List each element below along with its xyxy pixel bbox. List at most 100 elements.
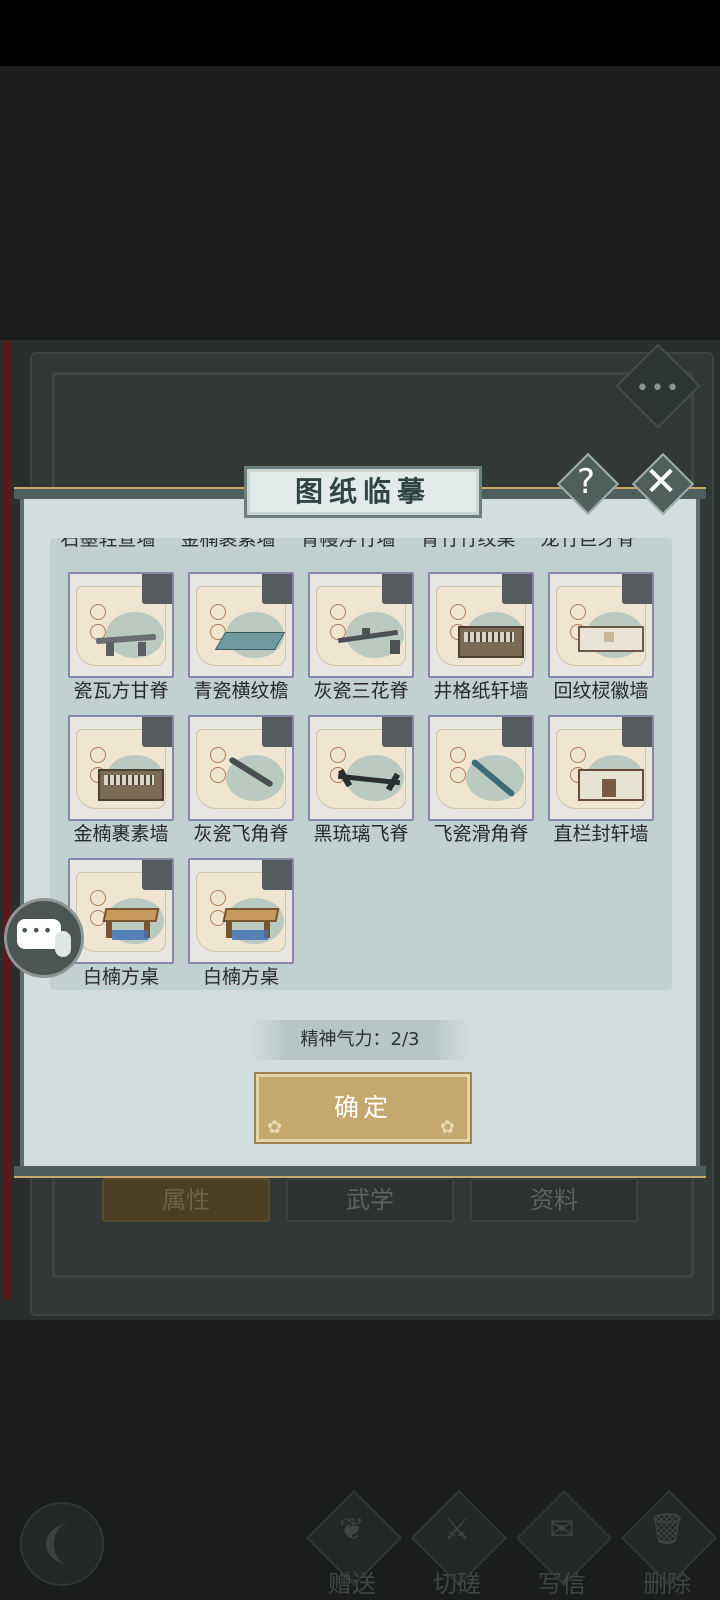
trash-icon: 🗑 [647, 1512, 687, 1547]
blueprint-card[interactable] [188, 715, 294, 821]
confirm-label: 确定 [333, 1093, 392, 1122]
delete-label: 删除 [643, 1570, 691, 1598]
dialog-title: 图纸临摹 [244, 466, 482, 518]
blueprint-item[interactable]: 回纹棂徽墙 [548, 572, 654, 708]
gift-button[interactable]: ❦ 赠送 [300, 1489, 403, 1600]
item-badge [262, 574, 292, 604]
dialog-bottom-rail [14, 1166, 706, 1178]
chat-button[interactable]: ••• [4, 898, 84, 978]
status-bar [0, 0, 720, 66]
seal-icon [210, 890, 226, 906]
blueprint-card[interactable] [428, 572, 534, 678]
stamina-display: 精神气力：2/3 [250, 1020, 470, 1060]
help-icon: ? [576, 462, 596, 502]
blueprint-name: 金楠裹素墙 [73, 823, 169, 845]
tab-martial-arts[interactable]: 武学 [286, 1178, 454, 1222]
blueprint-item[interactable]: 灰瓷飞角脊 [188, 715, 294, 851]
partial-row: 石墨轻宣墙 金楠裹素墙 青幔浮竹墙 青竹竹纹桌 龙竹巨牙脊 [50, 538, 672, 554]
blueprint-item[interactable]: 飞瓷滑角脊 [428, 715, 534, 851]
blueprint-name: 白楠方桌 [82, 966, 159, 988]
item-badge [502, 574, 532, 604]
blueprint-name: 白楠方桌 [202, 966, 279, 988]
blueprint-card[interactable] [188, 572, 294, 678]
letter-button[interactable]: ✉ 写信 [510, 1489, 613, 1600]
letter-label: 写信 [538, 1570, 586, 1598]
blueprint-name: 瓷瓦方甘脊 [73, 680, 169, 702]
blueprint-name: 直栏封轩墙 [553, 823, 649, 845]
item-badge [262, 717, 292, 747]
partial-item-label: 青竹竹纹桌 [420, 538, 516, 550]
item-badge [262, 860, 292, 890]
blueprint-item[interactable]: 金楠裹素墙 [68, 715, 174, 851]
seal-icon [330, 747, 346, 763]
blueprint-name: 青瓷横纹檐 [193, 680, 289, 702]
chat-dots-icon: ••• [20, 921, 55, 940]
book-ribbon [4, 340, 12, 1300]
blueprint-item[interactable]: 灰瓷三花脊 [308, 572, 414, 708]
seal-icon [90, 747, 106, 763]
seal-icon [570, 604, 586, 620]
scroll-icon: ❦ [339, 1512, 365, 1547]
blueprint-card[interactable] [68, 715, 174, 821]
blueprint-name: 灰瓷飞角脊 [193, 823, 289, 845]
blueprint-item[interactable]: 井格纸轩墙 [428, 572, 534, 708]
tab-attributes[interactable]: 属性 [102, 1178, 270, 1222]
item-badge [382, 574, 412, 604]
blueprint-card[interactable] [428, 715, 534, 821]
letter-icon: ✉ [549, 1512, 575, 1547]
sword-icon: ⚔ [443, 1512, 471, 1547]
blueprint-card[interactable] [308, 572, 414, 678]
seal-icon [210, 767, 226, 783]
blueprint-item[interactable]: 白楠方桌 [188, 858, 294, 994]
more-dots-icon: ••• [636, 376, 681, 401]
seal-icon [450, 767, 466, 783]
blueprint-name: 飞瓷滑角脊 [433, 823, 529, 845]
gift-label: 赠送 [328, 1570, 376, 1598]
blueprint-card[interactable] [68, 858, 174, 964]
tab-info[interactable]: 资料 [470, 1178, 638, 1222]
blueprint-name: 井格纸轩墙 [433, 680, 529, 702]
seal-icon [450, 604, 466, 620]
item-badge [622, 574, 652, 604]
seal-icon [90, 890, 106, 906]
blueprint-card[interactable] [548, 715, 654, 821]
blueprint-card[interactable] [68, 572, 174, 678]
item-badge [382, 717, 412, 747]
blueprint-card[interactable] [548, 572, 654, 678]
seal-icon [450, 747, 466, 763]
back-button[interactable] [20, 1502, 104, 1586]
blueprint-item[interactable]: 青瓷横纹檐 [188, 572, 294, 708]
item-badge [142, 574, 172, 604]
blueprint-name: 回纹棂徽墙 [553, 680, 649, 702]
seal-icon [210, 604, 226, 620]
blueprint-item[interactable]: 黑琉璃飞脊 [308, 715, 414, 851]
blueprint-name: 灰瓷三花脊 [313, 680, 409, 702]
partial-item-label: 龙竹巨牙脊 [540, 538, 636, 550]
item-badge [142, 717, 172, 747]
partial-item-label: 石墨轻宣墙 [60, 538, 156, 550]
spar-button[interactable]: ⚔ 切磋 [405, 1489, 508, 1600]
flower-icon: ✿ [439, 1117, 459, 1138]
blueprint-card[interactable] [188, 858, 294, 964]
delete-button[interactable]: 🗑 删除 [615, 1489, 718, 1600]
item-badge [502, 717, 532, 747]
close-icon: ✕ [644, 459, 678, 505]
seal-icon [90, 604, 106, 620]
item-badge [622, 717, 652, 747]
blueprint-name: 黑琉璃飞脊 [313, 823, 409, 845]
seal-icon [570, 747, 586, 763]
gourd-icon [55, 931, 71, 957]
flower-icon: ✿ [267, 1117, 287, 1138]
partial-item-label: 金楠裹素墙 [180, 538, 276, 550]
blueprint-item[interactable]: 直栏封轩墙 [548, 715, 654, 851]
seal-icon [210, 747, 226, 763]
spar-label: 切磋 [433, 1570, 481, 1598]
blueprint-item[interactable]: 白楠方桌 [68, 858, 174, 994]
back-arrow-icon [46, 1524, 90, 1564]
blueprint-item[interactable]: 瓷瓦方甘脊 [68, 572, 174, 708]
confirm-button[interactable]: ✿ 确定 ✿ [256, 1074, 470, 1142]
item-badge [142, 860, 172, 890]
seal-icon [330, 604, 346, 620]
blueprint-card[interactable] [308, 715, 414, 821]
partial-item-label: 青幔浮竹墙 [300, 538, 396, 550]
